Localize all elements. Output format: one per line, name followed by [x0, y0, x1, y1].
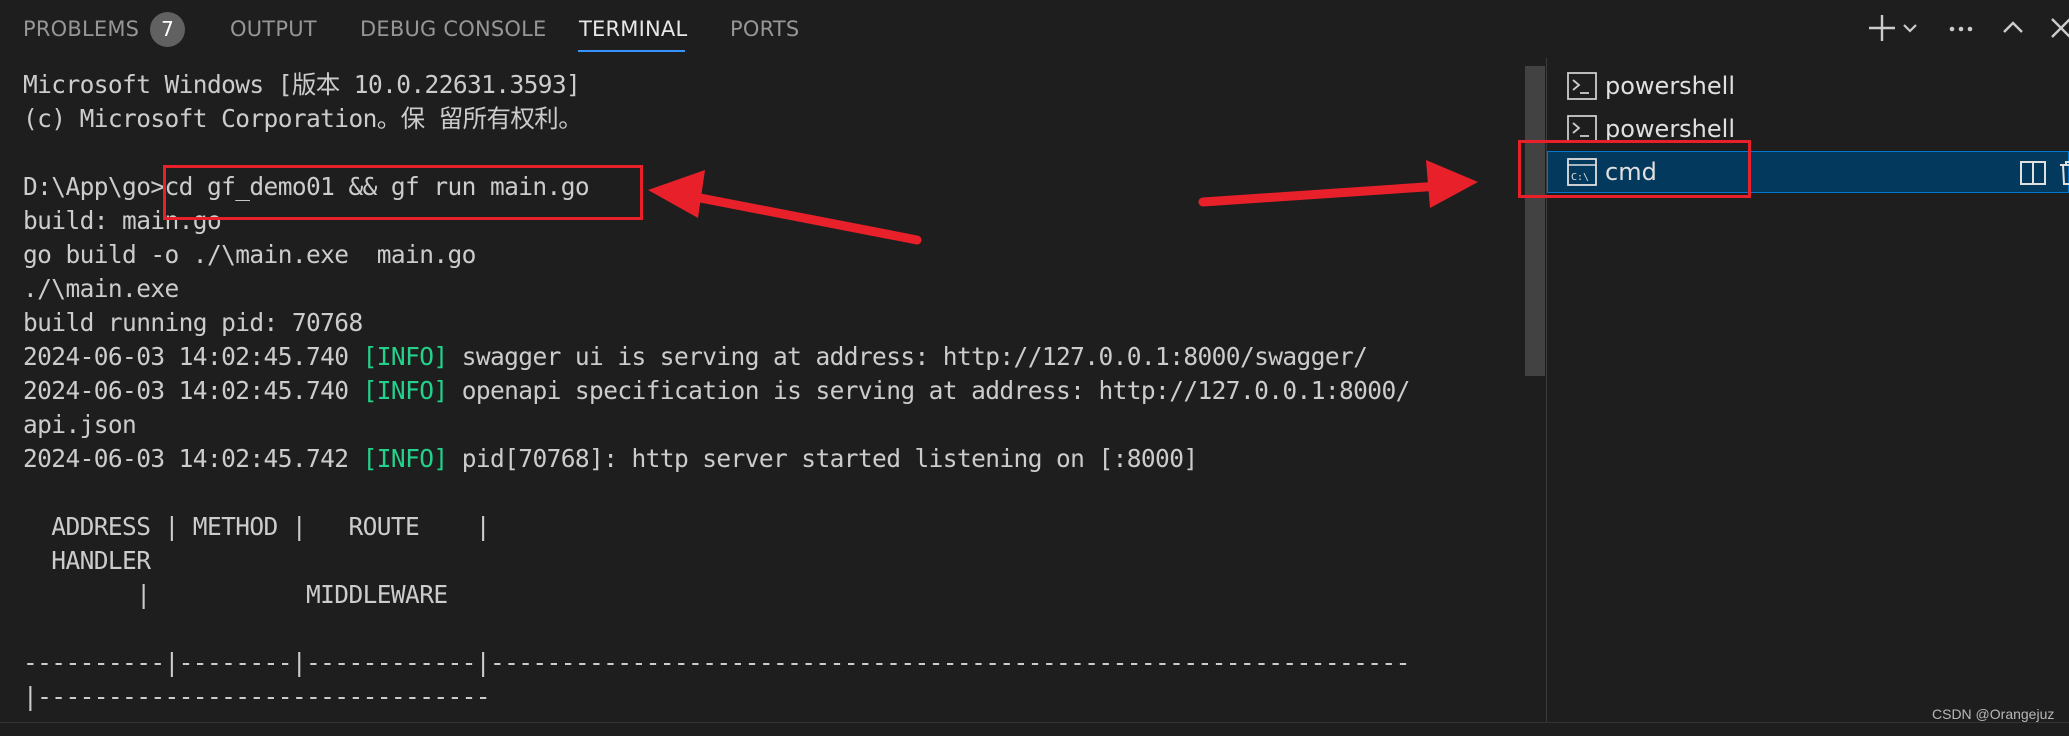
terminal-line: ./\main.exe: [23, 274, 179, 303]
split-terminal-icon[interactable]: [2019, 159, 2047, 187]
route-table-header: HANDLER: [23, 546, 151, 575]
terminal-line: build running pid: 70768: [23, 308, 363, 337]
route-table-separator: |--------------------------------: [23, 682, 491, 711]
terminal-tab-powershell[interactable]: powershell: [1547, 65, 2069, 107]
route-table-header: ADDRESS | METHOD | ROUTE |: [23, 512, 490, 541]
terminal-line: go build -o ./\main.exe main.go: [23, 240, 476, 269]
terminal-scrollbar[interactable]: [1525, 66, 1545, 376]
terminal-prompt-icon: [1567, 115, 1597, 143]
active-tab-indicator: [578, 50, 685, 52]
ellipsis-icon[interactable]: [1945, 12, 1977, 44]
chevron-down-icon[interactable]: [1900, 12, 1920, 44]
log-level: [INFO]: [362, 444, 449, 473]
cmd-tab-highlight-box: [1518, 140, 1751, 198]
terminal-tab-label: powershell: [1605, 72, 1735, 100]
tab-terminal[interactable]: TERMINAL: [579, 17, 687, 41]
log-message: swagger ui is serving at address: http:/…: [461, 342, 1368, 371]
terminal-line: Microsoft Windows [版本 10.0.22631.3593]: [23, 70, 581, 99]
terminal-line: (c) Microsoft Corporation。保 留所有权利。: [23, 104, 583, 133]
tab-ports[interactable]: PORTS: [730, 17, 799, 41]
log-level: [INFO]: [362, 342, 449, 371]
trash-icon[interactable]: [2057, 159, 2069, 187]
command-highlight-box: [163, 165, 643, 220]
route-table-separator: ----------|--------|------------|-------…: [23, 648, 1410, 677]
tab-debug-console[interactable]: DEBUG CONSOLE: [360, 17, 547, 41]
route-table-header: | MIDDLEWARE: [23, 580, 448, 609]
log-line: 2024-06-03 14:02:45.740 [INFO] swagger u…: [23, 340, 1368, 374]
log-message: openapi specification is serving at addr…: [461, 376, 1411, 405]
log-line-wrap: api.json: [23, 410, 137, 439]
tab-output[interactable]: OUTPUT: [230, 17, 317, 41]
log-message: pid[70768]: http server started listenin…: [461, 444, 1198, 473]
terminal-prompt-icon: [1567, 72, 1597, 100]
log-time: 2024-06-03 14:02:45.740: [23, 342, 349, 371]
watermark: CSDN @Orangejuz: [1932, 706, 2055, 722]
tab-problems[interactable]: PROBLEMS: [23, 17, 139, 41]
status-bar: [0, 722, 2069, 736]
log-time: 2024-06-03 14:02:45.740: [23, 376, 349, 405]
log-level: [INFO]: [362, 376, 449, 405]
plus-icon[interactable]: [1866, 12, 1898, 44]
problems-count-badge: 7: [150, 12, 185, 47]
maximize-panel-chevron-up-icon[interactable]: [1997, 12, 2029, 44]
panel-tab-bar: PROBLEMS 7 OUTPUT DEBUG CONSOLE TERMINAL…: [0, 0, 2069, 58]
close-panel-icon[interactable]: [2045, 12, 2069, 44]
log-time: 2024-06-03 14:02:45.742: [23, 444, 349, 473]
log-line: 2024-06-03 14:02:45.742 [INFO] pid[70768…: [23, 442, 1198, 476]
log-line: 2024-06-03 14:02:45.740 [INFO] openapi s…: [23, 374, 1410, 408]
